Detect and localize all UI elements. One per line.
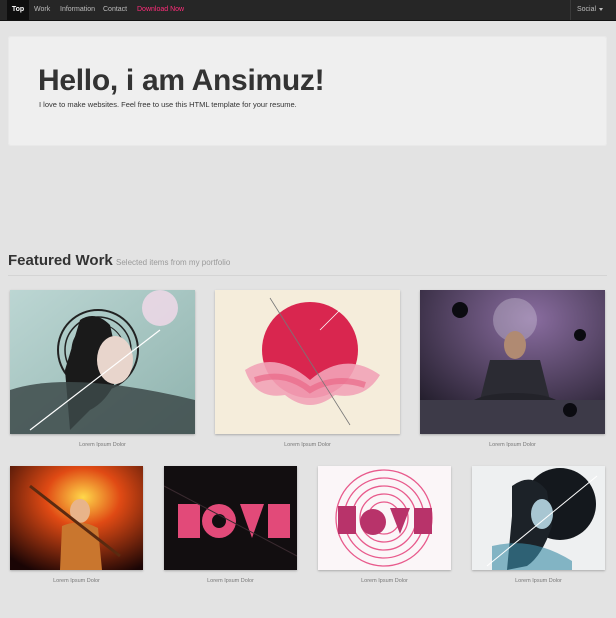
hero-title: Hello, i am Ansimuz!: [38, 64, 325, 97]
nav-item-top[interactable]: Top: [7, 0, 29, 20]
portfolio-item-6[interactable]: [318, 466, 451, 570]
nav-divider: [570, 0, 571, 20]
portfolio-caption-5: Lorem Ipsum Dolor: [207, 578, 254, 584]
top-nav-bar: Top Work Information Contact Download No…: [0, 0, 616, 21]
featured-work-subtitle: Selected items from my portfolio: [116, 258, 231, 267]
portfolio-item-2[interactable]: [215, 290, 400, 434]
social-dropdown[interactable]: Social: [577, 0, 604, 20]
portfolio-image-6: [318, 466, 451, 570]
nav-item-contact[interactable]: Contact: [103, 0, 127, 20]
nav-item-information[interactable]: Information: [60, 0, 95, 20]
nav-item-work[interactable]: Work: [34, 0, 50, 20]
portfolio-image-3: [420, 290, 605, 434]
portfolio-item-1[interactable]: [10, 290, 195, 434]
portfolio-item-7[interactable]: [472, 466, 605, 570]
featured-work-title: Featured Work: [8, 252, 113, 269]
portfolio-caption-1: Lorem Ipsum Dolor: [79, 442, 126, 448]
portfolio-image-2: [215, 290, 400, 434]
portfolio-caption-2: Lorem Ipsum Dolor: [284, 442, 331, 448]
portfolio-caption-6: Lorem Ipsum Dolor: [361, 578, 408, 584]
portfolio-item-4[interactable]: [10, 466, 143, 570]
portfolio-image-1: [10, 290, 195, 434]
section-divider: [8, 275, 607, 276]
portfolio-item-5[interactable]: [164, 466, 297, 570]
portfolio-item-3[interactable]: [420, 290, 605, 434]
portfolio-caption-4: Lorem Ipsum Dolor: [53, 578, 100, 584]
chevron-down-icon: [599, 7, 604, 11]
portfolio-image-4: [10, 466, 143, 570]
social-label: Social: [577, 6, 597, 13]
portfolio-caption-3: Lorem Ipsum Dolor: [489, 442, 536, 448]
portfolio-caption-7: Lorem Ipsum Dolor: [515, 578, 562, 584]
nav-item-download-now[interactable]: Download Now: [137, 0, 184, 20]
hero-unit: Hello, i am Ansimuz! I love to make webs…: [8, 36, 607, 146]
portfolio-image-7: [472, 466, 605, 570]
portfolio-image-5: [164, 466, 297, 570]
hero-subtitle: I love to make websites. Feel free to us…: [39, 100, 297, 109]
